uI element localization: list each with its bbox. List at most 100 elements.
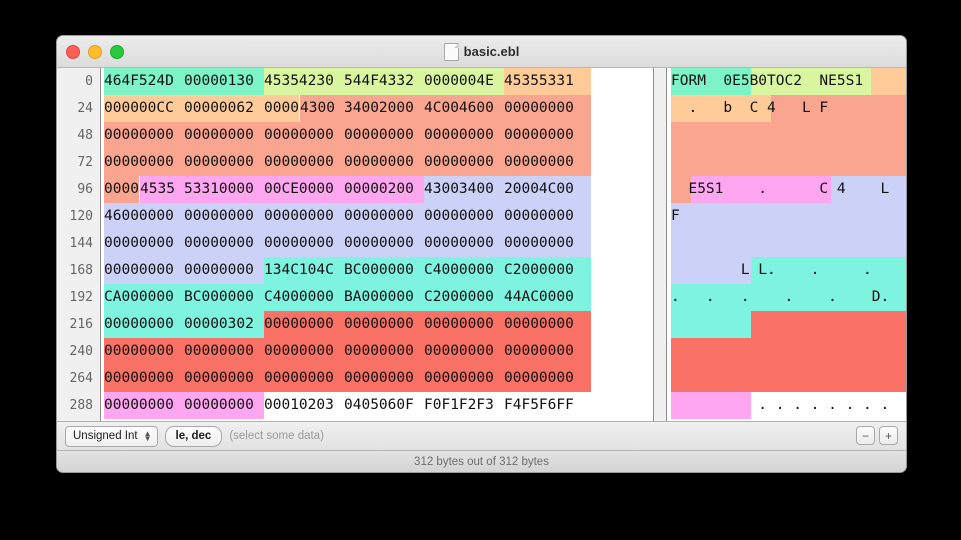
hex-group[interactable]: 00000000 [344,230,432,257]
hex-group[interactable]: 00000302 [184,311,272,338]
hex-group[interactable]: 00000000 [344,122,432,149]
hex-group[interactable]: 44AC0000 [504,284,592,311]
hex-group[interactable]: 00000000 [104,257,192,284]
hex-group[interactable]: 544F4332 [344,68,432,95]
title-bar[interactable]: basic.ebl [57,36,906,68]
hex-group[interactable]: C4000000 [264,284,352,311]
ascii-row[interactable] [667,311,906,338]
pane-divider[interactable] [653,68,667,421]
ascii-row[interactable]: FORM 0E5B0TOC2 NE5S1 [667,68,906,95]
hex-group[interactable]: 00000000 [184,338,272,365]
hex-group[interactable]: F0F1F2F3 [424,392,512,419]
hex-group[interactable]: 00000000 [264,338,352,365]
hex-group[interactable]: 00000000 [344,203,432,230]
hex-row[interactable]: 00000000 00000000 00000000 00000000 0000… [101,365,653,392]
ascii-row[interactable] [667,230,906,257]
hex-group[interactable]: 00000000 [424,149,512,176]
hex-row[interactable]: 00000000 00000000 00000000 00000000 0000… [101,122,653,149]
hex-group[interactable]: 00000000 [104,392,192,419]
hex-row[interactable]: CA000000 BC000000 C4000000 BA000000 C200… [101,284,653,311]
hex-group[interactable]: 00000130 [184,68,272,95]
hex-group[interactable]: 00CE0000 [264,176,352,203]
hex-group[interactable]: 0000 [104,176,139,203]
ascii-row[interactable] [667,365,906,392]
hex-group[interactable]: 00000000 [104,149,192,176]
ascii-row[interactable]: E5S1 . C 4 L [667,176,906,203]
hex-group[interactable]: BC000000 [184,284,272,311]
hex-group[interactable]: 00000000 [424,230,512,257]
ascii-text[interactable]: FORM 0E5B0TOC2 NE5S1 [671,68,863,95]
ascii-text[interactable]: L L. . . [671,257,872,284]
hex-group[interactable]: 00000000 [424,122,512,149]
hex-group[interactable]: 53310000 [184,176,272,203]
hex-group[interactable]: 00000000 [264,149,352,176]
hex-group[interactable]: 00000000 [504,230,592,257]
hex-group[interactable]: 00000000 [504,122,592,149]
hex-group[interactable]: 00000000 [424,311,512,338]
ascii-row[interactable]: F [667,203,906,230]
hex-row[interactable]: 00000000 00000000 00010203 0405060F F0F1… [101,392,653,419]
hex-row[interactable]: 00000000 00000302 00000000 00000000 0000… [101,311,653,338]
hex-group[interactable]: 00000000 [184,122,272,149]
hex-group[interactable]: 0000 [264,95,299,122]
hex-group[interactable]: 134C104C [264,257,352,284]
hex-group[interactable]: 20004C00 [504,176,592,203]
ascii-text[interactable]: F [671,203,680,230]
hex-group[interactable]: 00000000 [184,203,272,230]
hex-group[interactable]: 00000000 [424,365,512,392]
hex-row[interactable]: 00000000 00000000 134C104C BC000000 C400… [101,257,653,284]
ascii-pane[interactable]: FORM 0E5B0TOC2 NE5S1 . b C 4 L F E5S1 . … [667,68,906,421]
hex-group[interactable]: 00000000 [424,338,512,365]
hex-group[interactable]: 00000000 [504,149,592,176]
hex-group[interactable]: 4C004600 [424,95,512,122]
hex-group[interactable]: 46000000 [104,203,192,230]
hex-group[interactable]: 34002000 [344,95,432,122]
zoom-out-button[interactable]: − [856,426,875,445]
hex-group[interactable]: 00000000 [504,365,592,392]
hex-group[interactable]: 00000000 [344,149,432,176]
hex-row[interactable]: 00000000 00000000 00000000 00000000 0000… [101,149,653,176]
ascii-row[interactable] [667,149,906,176]
zoom-in-button[interactable]: + [879,426,898,445]
ascii-row[interactable]: . . . . . D. [667,284,906,311]
ascii-row[interactable]: . . . . . . . . [667,392,906,419]
hex-group[interactable]: 464F524D [104,68,192,95]
hex-group[interactable]: 00000000 [344,311,432,338]
hex-group[interactable]: BC000000 [344,257,432,284]
hex-group[interactable]: 00000000 [104,365,192,392]
hex-group[interactable]: 00000000 [184,257,272,284]
hex-row[interactable]: 0000 4535 53310000 00CE0000 00000200 4300… [101,176,653,203]
hex-row[interactable]: 000000CC 00000062 0000 4300 34002000 4C00… [101,95,653,122]
endian-toggle[interactable]: le, dec [164,425,223,447]
hex-row[interactable]: 00000000 00000000 00000000 00000000 0000… [101,230,653,257]
hex-group[interactable]: 00000000 [344,338,432,365]
hex-group[interactable]: CA000000 [104,284,192,311]
hex-group[interactable]: 43003400 [424,176,512,203]
hex-group[interactable]: 00000000 [184,392,272,419]
ascii-row[interactable]: L L. . . [667,257,906,284]
hex-group[interactable]: C2000000 [504,257,592,284]
hex-group[interactable]: 0000004E [424,68,512,95]
hex-group[interactable]: 00000000 [184,365,272,392]
hex-group[interactable]: C4000000 [424,257,512,284]
hex-group[interactable]: 00000000 [504,203,592,230]
ascii-text[interactable]: . . . . . D. [671,284,889,311]
hex-row[interactable]: 46000000 00000000 00000000 00000000 0000… [101,203,653,230]
hex-group[interactable]: 00000000 [104,230,192,257]
hex-pane[interactable]: 464F524D 00000130 45354230 544F4332 0000… [101,68,653,421]
hex-group[interactable]: 00000000 [424,203,512,230]
hex-group[interactable]: 45355331 [504,68,592,95]
hex-group[interactable]: 00000000 [184,149,272,176]
hex-group[interactable]: 00000000 [104,311,192,338]
hex-group[interactable]: 00000000 [264,230,352,257]
hex-row[interactable]: 464F524D 00000130 45354230 544F4332 0000… [101,68,653,95]
ascii-text[interactable]: . b C 4 L F [671,95,828,122]
hex-group[interactable]: 00000000 [504,338,592,365]
ascii-row[interactable]: . b C 4 L F [667,95,906,122]
hex-group[interactable]: 00000000 [504,311,592,338]
hex-group[interactable]: 00000000 [504,95,592,122]
ascii-row[interactable] [667,122,906,149]
hex-group[interactable]: 00000000 [344,365,432,392]
hex-group[interactable]: 00000000 [104,122,192,149]
hex-group[interactable]: 00000000 [264,203,352,230]
